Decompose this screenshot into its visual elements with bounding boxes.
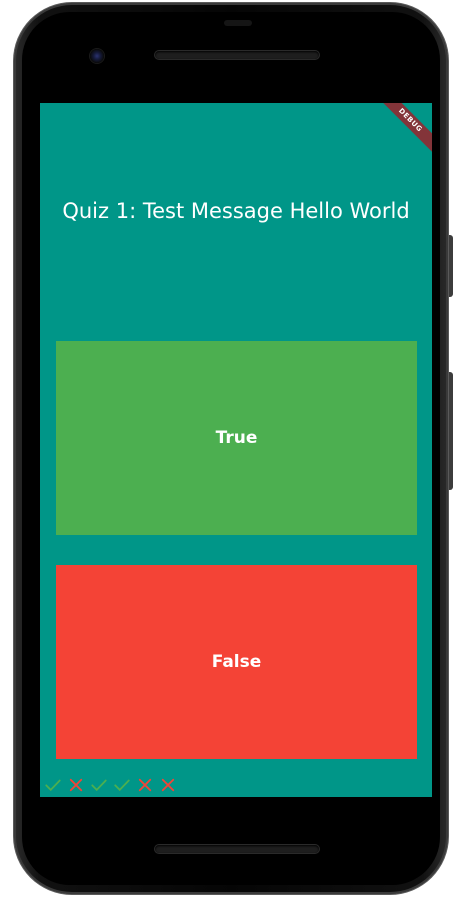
check-icon: [44, 776, 62, 794]
debug-banner: DEBUG: [365, 103, 432, 165]
bottom-speaker: [155, 845, 319, 853]
false-button[interactable]: False: [56, 565, 417, 759]
true-button-label: True: [215, 428, 258, 448]
question-text: Quiz 1: Test Message Hello World: [62, 199, 410, 223]
device-frame: DEBUG Quiz 1: Test Message Hello World T…: [0, 0, 462, 897]
volume-button: [448, 372, 453, 490]
check-icon: [90, 776, 108, 794]
false-button-label: False: [211, 652, 262, 672]
score-keeper: [44, 775, 177, 795]
earpiece-speaker: [155, 51, 319, 59]
power-button: [448, 235, 453, 297]
true-button[interactable]: True: [56, 341, 417, 535]
front-camera-icon: [90, 49, 104, 63]
app-screen: DEBUG Quiz 1: Test Message Hello World T…: [40, 103, 432, 797]
close-icon: [136, 776, 154, 794]
close-icon: [67, 776, 85, 794]
top-sensor: [224, 20, 252, 26]
check-icon: [113, 776, 131, 794]
close-icon: [159, 776, 177, 794]
